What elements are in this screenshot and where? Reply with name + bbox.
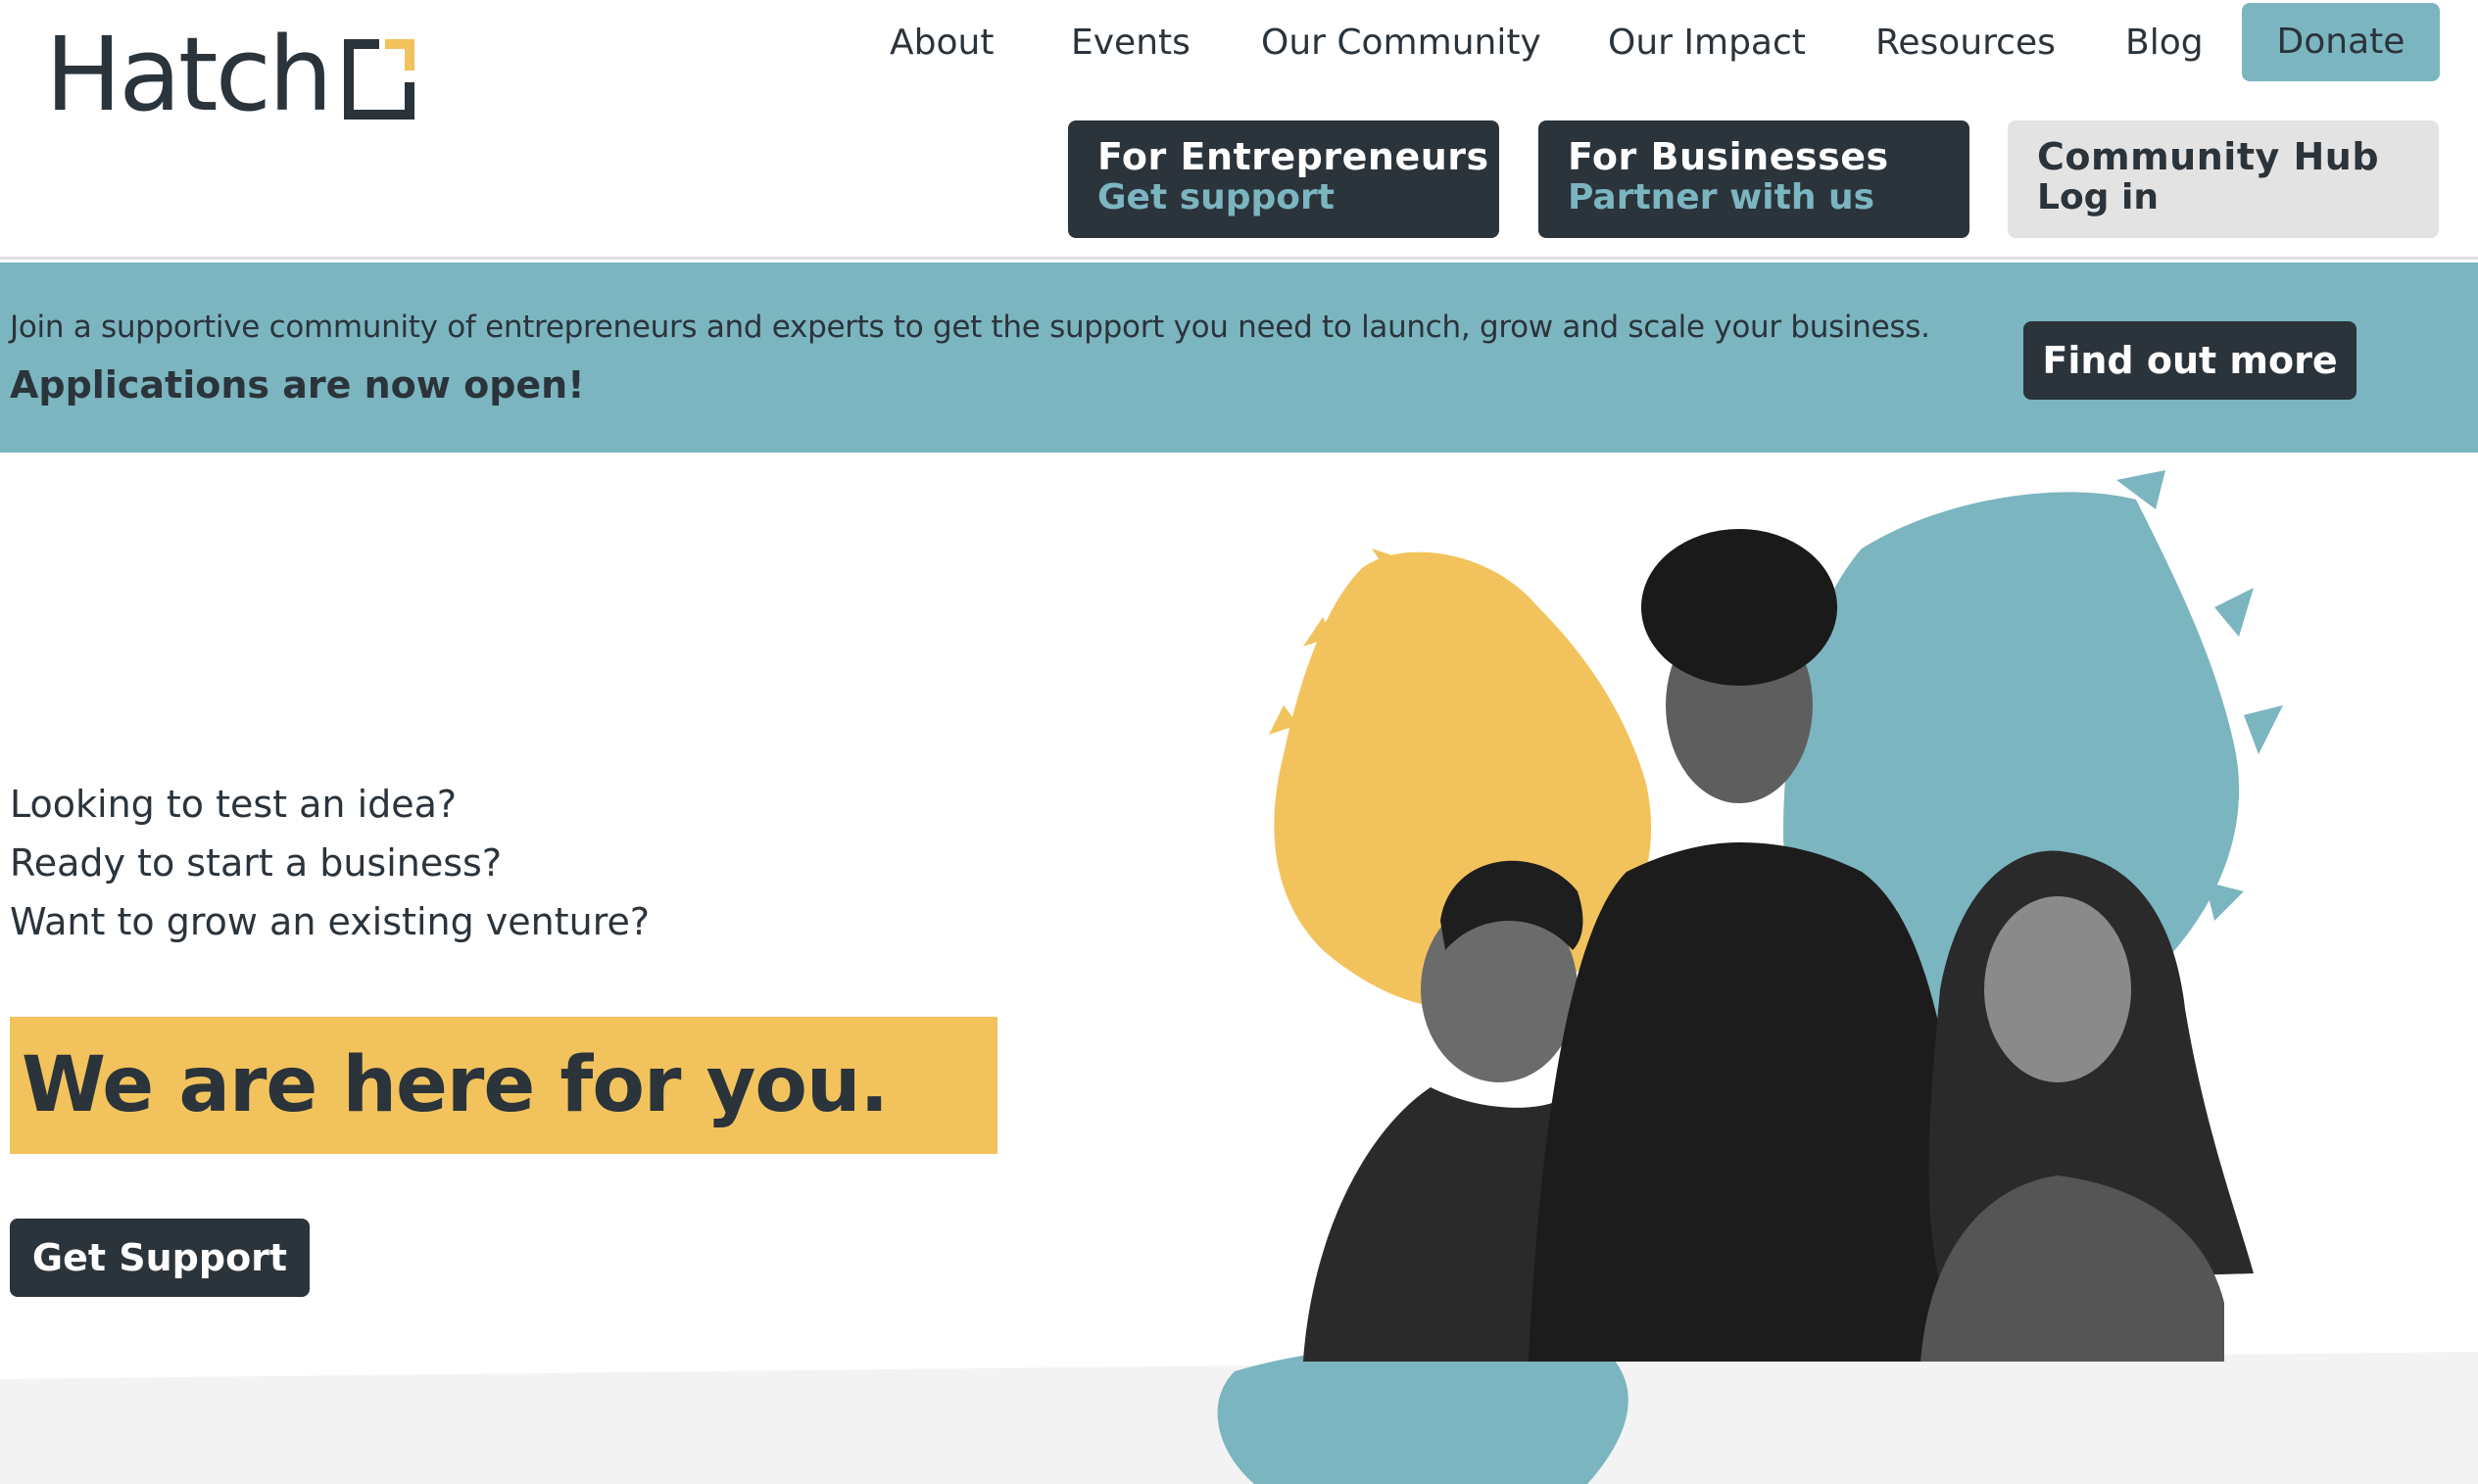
- nav-blog[interactable]: Blog: [2125, 22, 2204, 65]
- announcement-banner: Join a supportive community of entrepren…: [0, 263, 2478, 453]
- nav-our-community[interactable]: Our Community: [1261, 22, 1541, 65]
- portal-title: For Businesses: [1568, 135, 1889, 178]
- nav-resources[interactable]: Resources: [1875, 22, 2056, 65]
- portal-subtitle: Partner with us: [1568, 177, 1875, 217]
- logo-wordmark: Hatch: [45, 15, 333, 134]
- donate-button[interactable]: Donate: [2242, 3, 2440, 81]
- hatch-logo[interactable]: Hatch: [45, 15, 414, 134]
- portal-entrepreneurs-button[interactable]: For Entrepreneurs Get support: [1068, 120, 1499, 238]
- banner-highlight: Applications are now open!: [10, 363, 585, 407]
- portal-subtitle: Log in: [2037, 177, 2159, 217]
- portal-community-hub-button[interactable]: Community Hub Log in: [2008, 120, 2439, 238]
- nav-our-impact[interactable]: Our Impact: [1608, 22, 1806, 65]
- find-out-more-button[interactable]: Find out more: [2023, 321, 2357, 400]
- nav-about[interactable]: About: [890, 22, 994, 65]
- hero-question: Want to grow an existing venture?: [10, 900, 651, 943]
- portal-subtitle: Get support: [1097, 177, 1335, 217]
- person-right: [1920, 850, 2254, 1362]
- portal-title: Community Hub: [2037, 135, 2380, 178]
- portal-title: For Entrepreneurs: [1097, 135, 1489, 178]
- portal-businesses-button[interactable]: For Businesses Partner with us: [1538, 120, 1969, 238]
- hero-question: Ready to start a business?: [10, 841, 503, 885]
- hero-tagline: We are here for you.: [22, 1041, 889, 1129]
- hero-tagline-block: We are here for you.: [10, 1017, 997, 1154]
- get-support-button[interactable]: Get Support: [10, 1219, 310, 1297]
- hero-question: Looking to test an idea?: [10, 783, 458, 826]
- banner-text: Join a supportive community of entrepren…: [10, 310, 1930, 345]
- hero-image: [1217, 470, 2283, 1484]
- logo-bracket-icon: [343, 39, 414, 120]
- site-header: Hatch About Events Our Community Our Imp…: [0, 0, 2478, 260]
- nav-events[interactable]: Events: [1071, 22, 1190, 65]
